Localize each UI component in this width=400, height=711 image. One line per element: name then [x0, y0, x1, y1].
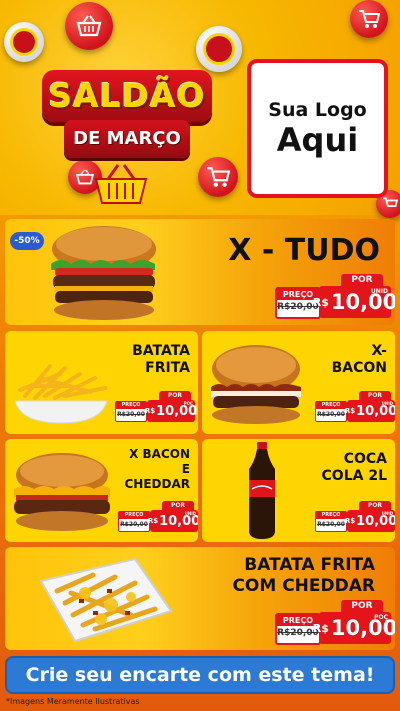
product-name-line2: E — [181, 462, 190, 476]
product-name-line2: FRITA — [145, 360, 190, 376]
promo-title-line1: SALDÃO — [42, 70, 212, 122]
currency: R$ — [312, 295, 329, 309]
product-card-batata-cheddar: BATATA FRITA COM CHEDDAR POR PREÇO R$20,… — [5, 547, 395, 650]
por-label: POR — [341, 600, 383, 612]
price-tag: POR PREÇO R$20,00 R$ 10,00 POÇ — [115, 391, 197, 425]
product-name-line2: COLA 2L — [321, 468, 387, 484]
product-name-line1: X- — [371, 343, 387, 359]
preco-label: PREÇO — [316, 512, 346, 519]
shopping-cart-icon — [350, 0, 388, 38]
promo-title-line2: DE MARÇO — [64, 120, 190, 158]
unit-label: POÇ — [374, 614, 388, 621]
product-name: COCA COLA 2L — [322, 451, 387, 485]
preco-label: PREÇO — [116, 402, 146, 409]
featured-price-tag: POR PREÇO R$20,00 R$ 10,00 UNID — [275, 274, 395, 320]
soda-bottle-image — [242, 442, 282, 540]
unit-label: UNID — [184, 511, 196, 516]
discount-badge: -50% — [10, 232, 44, 250]
old-price-box: PREÇO R$20,00 — [118, 511, 150, 532]
currency: R$ — [344, 407, 356, 415]
logo-placeholder: Sua Logo Aqui — [247, 59, 388, 198]
currency: R$ — [144, 407, 156, 415]
logo-text-line1: Sua Logo — [268, 98, 367, 121]
featured-product-name: X - TUDO — [228, 233, 380, 268]
por-label: POR — [341, 274, 383, 286]
fries-image — [10, 356, 110, 426]
product-name: X- BACON — [332, 343, 387, 377]
price-tag: POR PREÇO R$20,00 R$ 10,00 UNID — [315, 501, 395, 535]
burger-image — [205, 341, 307, 427]
product-name-line2: BACON — [331, 360, 387, 376]
product-card-batata-frita: BATATA FRITA POR PREÇO R$20,00 R$ 10,00 … — [5, 331, 198, 434]
product-card-x-bacon: X- BACON POR PREÇO R$20,00 R$ 10,00 UNID — [202, 331, 395, 434]
por-label: POR — [162, 501, 194, 510]
product-card-coca-cola: COCA COLA 2L POR PREÇO R$20,00 R$ 10,00 … — [202, 439, 395, 542]
shopping-basket-icon — [65, 2, 113, 50]
flyer-page: SALDÃO DE MARÇO Sua Logo Aqui -50% X - T… — [0, 0, 400, 711]
megaphone-icon — [4, 22, 44, 62]
current-price: R$ 10,00 UNID — [313, 286, 395, 318]
current-price: R$ 10,00 POÇ — [144, 400, 197, 422]
cta-banner[interactable]: Crie seu encarte com este tema! — [5, 656, 395, 694]
product-name: BATATA FRITA — [132, 343, 190, 377]
product-name: BATATA FRITA COM CHEDDAR — [232, 555, 375, 597]
old-price: R$20,00 — [317, 411, 345, 418]
price-tag: POR PREÇO R$20,00 R$ 10,00 POÇ — [275, 600, 395, 646]
unit-label: POÇ — [183, 401, 193, 406]
currency: R$ — [344, 517, 356, 525]
logo-text-line2: Aqui — [276, 120, 359, 159]
disclaimer-text: *Imagens Meramente Ilustrativas — [6, 697, 140, 706]
product-name-line3: CHEDDAR — [124, 477, 191, 491]
current-price: R$ 10,00 UNID — [344, 510, 395, 532]
promo-title: SALDÃO DE MARÇO — [42, 70, 212, 165]
cheddar-fries-image — [35, 553, 175, 645]
por-label: POR — [359, 391, 391, 400]
product-card-x-bacon-cheddar: X BACON E CHEDDAR POR PREÇO R$20,00 R$ 1… — [5, 439, 198, 542]
unit-label: UNID — [370, 288, 388, 295]
price-tag: POR PREÇO R$20,00 R$ 10,00 UNID — [118, 501, 198, 535]
megaphone-icon — [196, 26, 242, 72]
product-name-line1: BATATA — [132, 343, 190, 359]
old-price-box: PREÇO R$20,00 — [315, 401, 347, 422]
shopping-basket-icon — [92, 163, 150, 205]
currency: R$ — [312, 621, 329, 635]
burger-image — [45, 222, 163, 322]
product-name-line1: COCA — [343, 451, 387, 467]
current-price: R$ 10,00 UNID — [147, 510, 198, 532]
old-price: R$20,00 — [317, 521, 345, 528]
por-label: POR — [159, 391, 191, 400]
old-price: R$20,00 — [120, 521, 148, 528]
product-name-line1: X BACON — [129, 447, 190, 461]
product-name-line2: COM CHEDDAR — [232, 576, 375, 596]
unit-label: UNID — [381, 401, 393, 406]
preco-label: PREÇO — [119, 512, 149, 519]
product-name-line1: BATATA FRITA — [244, 555, 375, 575]
current-price: R$ 10,00 POÇ — [313, 612, 395, 644]
current-price: R$ 10,00 UNID — [344, 400, 395, 422]
featured-product-card: -50% X - TUDO POR PREÇO R$20,00 R$ 10,00… — [5, 219, 395, 325]
product-name: X BACON E CHEDDAR — [125, 447, 191, 492]
old-price: R$20,00 — [117, 411, 145, 418]
por-label: POR — [359, 501, 391, 510]
old-price-box: PREÇO R$20,00 — [115, 401, 147, 422]
price-tag: POR PREÇO R$20,00 R$ 10,00 UNID — [315, 391, 395, 425]
currency: R$ — [147, 517, 159, 525]
unit-label: UNID — [381, 511, 393, 516]
old-price-box: PREÇO R$20,00 — [315, 511, 347, 532]
burger-image — [8, 449, 116, 535]
preco-label: PREÇO — [316, 402, 346, 409]
